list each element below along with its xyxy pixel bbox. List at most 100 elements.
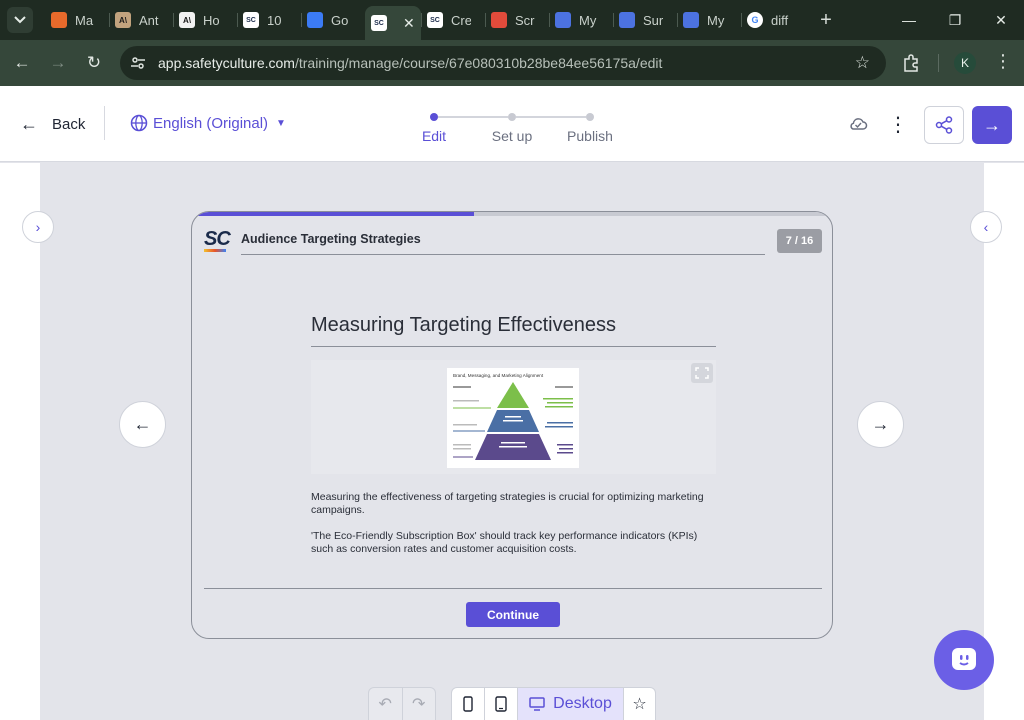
tab-title: Scr: [515, 12, 535, 28]
course-title: Audience Targeting Strategies: [241, 232, 421, 246]
cloud-saved-icon: [850, 118, 868, 130]
browser-tab[interactable]: SC Cre: [421, 4, 485, 36]
orange-squares-icon: [51, 12, 67, 28]
extensions-icon[interactable]: [901, 53, 921, 73]
browser-tab[interactable]: Gdiff: [741, 4, 805, 36]
profile-avatar[interactable]: K: [954, 52, 976, 74]
share-button[interactable]: [924, 106, 964, 144]
new-tab-button[interactable]: +: [815, 9, 837, 32]
expand-left-panel-button[interactable]: ›: [22, 211, 54, 243]
device-preview-switcher: Desktop ☆: [451, 687, 656, 720]
language-label: English (Original): [153, 114, 269, 132]
browser-tab[interactable]: My: [549, 4, 613, 36]
browser-menu-icon[interactable]: ⋮: [994, 51, 1012, 72]
back-button[interactable]: ← Back: [20, 114, 85, 135]
caret-down-icon: ▼: [276, 117, 286, 129]
tab-title: Ant: [139, 12, 159, 28]
fullscreen-button[interactable]: [691, 363, 713, 383]
step-connector: [438, 116, 508, 118]
safetyculture-icon: SC: [371, 15, 387, 31]
favorite-star-icon[interactable]: ☆: [624, 688, 655, 720]
google-icon: G: [747, 12, 763, 28]
step-dot-setup: [508, 113, 516, 121]
chat-icon: [619, 12, 635, 28]
tablet-preview-button[interactable]: [485, 688, 518, 720]
image-icon: [491, 12, 507, 28]
chat-bot-icon: [952, 648, 976, 670]
back-nav-icon[interactable]: ←: [8, 49, 36, 77]
body-paragraph-2[interactable]: 'The Eco-Friendly Subscription Box' shou…: [311, 530, 711, 556]
chat-icon: [683, 12, 699, 28]
browser-tab[interactable]: SC ✕: [365, 6, 421, 40]
browser-tab[interactable]: My: [677, 4, 741, 36]
tab-search-button[interactable]: [7, 7, 33, 33]
tab-title: My: [707, 12, 725, 28]
arrow-right-icon: →: [983, 114, 1001, 135]
address-bar-row: ← → ↻ app.safetyculture.com/training/man…: [0, 40, 1024, 86]
chevron-right-icon: ›: [35, 219, 41, 235]
browser-tab[interactable]: Ma: [45, 4, 109, 36]
history-controls: ↶ ↷: [368, 687, 436, 720]
browser-tab[interactable]: A\ Ant: [109, 4, 173, 36]
tablet-icon: [495, 696, 507, 712]
next-slide-button[interactable]: →: [857, 401, 904, 448]
close-window-icon[interactable]: ✕: [978, 0, 1024, 40]
slide-preview: SC Audience Targeting Strategies 7 / 16 …: [191, 211, 833, 639]
more-options-icon[interactable]: ⋮: [888, 112, 908, 137]
lesson-title[interactable]: Measuring Targeting Effectiveness: [311, 314, 616, 337]
expand-right-panel-button[interactable]: ‹: [970, 211, 1002, 243]
desktop-preview-button[interactable]: Desktop: [518, 688, 624, 720]
brand-alignment-infographic: Brand, Messaging, and Marketing Alignmen…: [447, 368, 579, 468]
fullscreen-icon: [695, 367, 709, 379]
body-paragraph-1[interactable]: Measuring the effectiveness of targeting…: [311, 491, 711, 517]
step-dot-edit: [430, 113, 438, 121]
previous-slide-button[interactable]: ←: [119, 401, 166, 448]
url-field[interactable]: app.safetyculture.com/training/manage/co…: [120, 46, 886, 80]
continue-button[interactable]: Continue: [466, 602, 560, 627]
close-tab-icon[interactable]: ✕: [403, 15, 415, 32]
editor-header: ← Back English (Original) ▼ Edit Set up …: [0, 86, 1024, 162]
forward-nav-icon[interactable]: →: [44, 49, 72, 77]
next-step-button[interactable]: →: [972, 106, 1012, 144]
step-setup[interactable]: Set up: [477, 128, 547, 144]
redo-icon[interactable]: ↷: [401, 688, 436, 720]
browser-tab[interactable]: SC 10: [237, 4, 301, 36]
language-selector[interactable]: English (Original) ▼: [130, 114, 286, 132]
bookmark-star-icon[interactable]: ☆: [855, 53, 870, 73]
url-path: /training/manage/course/67e080310b28be84…: [294, 55, 663, 71]
tab-title: Cre: [451, 12, 471, 28]
support-chat-button[interactable]: [934, 630, 994, 690]
reload-icon[interactable]: ↻: [80, 49, 108, 77]
tab-title: Ma: [75, 12, 94, 28]
arrow-right-icon: →: [871, 414, 890, 434]
step-publish[interactable]: Publish: [555, 128, 625, 144]
butterfly-icon: [307, 12, 323, 28]
left-panel-strip: [0, 163, 40, 720]
share-icon: [935, 116, 953, 134]
tab-title: Go: [331, 12, 349, 28]
anthropic-icon: A\: [115, 12, 131, 28]
restore-icon[interactable]: ❐: [932, 0, 978, 40]
step-edit[interactable]: Edit: [399, 128, 469, 144]
course-title-divider: [241, 254, 765, 255]
safetyculture-logo: SC: [204, 228, 231, 252]
site-settings-icon[interactable]: [126, 51, 150, 75]
safetyculture-icon: SC: [427, 12, 443, 28]
chevron-left-icon: ‹: [983, 219, 989, 235]
url-text: app.safetyculture.com/training/manage/co…: [158, 55, 662, 71]
slide-progress-track: [192, 212, 832, 216]
step-connector: [516, 116, 586, 118]
browser-tab[interactable]: A\ Ho: [173, 4, 237, 36]
arrow-left-icon: ←: [20, 114, 38, 134]
lesson-title-divider: [311, 346, 716, 347]
minimize-icon[interactable]: —: [886, 0, 932, 40]
tab-title: 10: [267, 12, 282, 28]
tab-strip: Ma A\ Ant A\ Ho SC 10 Go SC ✕ SC Cre Scr My Sur My Gdiff: [45, 0, 805, 40]
course-stepper: Edit Set up Publish: [420, 110, 630, 150]
mobile-preview-button[interactable]: [452, 688, 485, 720]
browser-tab[interactable]: Sur: [613, 4, 677, 36]
browser-tab[interactable]: Go: [301, 4, 365, 36]
browser-tab[interactable]: Scr: [485, 4, 549, 36]
undo-icon[interactable]: ↶: [369, 688, 402, 720]
browser-tab-bar: Ma A\ Ant A\ Ho SC 10 Go SC ✕ SC Cre Scr My Sur My Gdiff…: [0, 0, 1024, 40]
